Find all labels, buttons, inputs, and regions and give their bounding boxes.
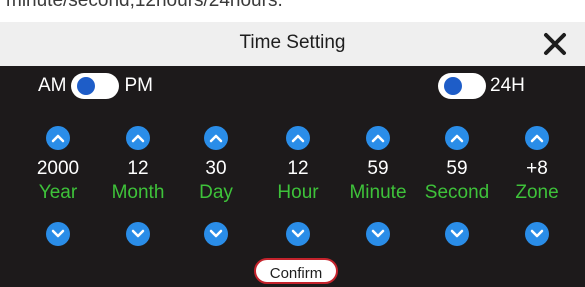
chevron-down-icon[interactable] <box>46 222 70 246</box>
hour-value[interactable]: 12 <box>258 158 338 180</box>
switch-knob <box>444 77 462 95</box>
year-value[interactable]: 2000 <box>18 158 98 180</box>
column-hour: 12 Hour <box>258 118 338 248</box>
column-year: 2000 Year <box>18 118 98 248</box>
day-value[interactable]: 30 <box>176 158 256 180</box>
chevron-down-icon[interactable] <box>366 222 390 246</box>
ampm-toggle-group: AM PM <box>38 72 153 100</box>
time-columns: 2000 Year 12 Month 30 Day 12 Hour 59 Min… <box>0 118 585 248</box>
chevron-down-icon[interactable] <box>286 222 310 246</box>
close-icon[interactable] <box>541 30 569 58</box>
chevron-down-icon[interactable] <box>445 222 469 246</box>
minute-label: Minute <box>349 182 407 203</box>
second-value[interactable]: 59 <box>417 158 497 180</box>
ampm-switch[interactable] <box>70 73 119 99</box>
column-month: 12 Month <box>98 118 178 248</box>
pm-label: PM <box>124 75 154 96</box>
chevron-down-icon[interactable] <box>525 222 549 246</box>
minute-value[interactable]: 59 <box>338 158 418 180</box>
column-minute: 59 Minute <box>338 118 418 248</box>
column-second: 59 Second <box>417 118 497 248</box>
am-label: AM <box>38 75 67 96</box>
chevron-down-icon[interactable] <box>204 222 228 246</box>
caption-text: minute/second,12hours/24hours. <box>6 0 283 11</box>
chevron-up-icon[interactable] <box>204 126 228 150</box>
column-day: 30 Day <box>176 118 256 248</box>
format-24h-label: 24H <box>490 75 525 96</box>
switch-knob <box>76 77 95 95</box>
chevron-down-icon[interactable] <box>126 222 150 246</box>
chevron-up-icon[interactable] <box>366 126 390 150</box>
dialog-title: Time Setting <box>239 32 346 53</box>
chevron-up-icon[interactable] <box>525 126 549 150</box>
confirm-button[interactable]: Confirm <box>254 258 338 284</box>
chevron-up-icon[interactable] <box>445 126 469 150</box>
chevron-up-icon[interactable] <box>286 126 310 150</box>
chevron-up-icon[interactable] <box>46 126 70 150</box>
time-setting-panel: AM PM 24H 2000 Year 12 Month 30 Day 12 H… <box>0 66 585 287</box>
zone-value[interactable]: +8 <box>497 158 577 180</box>
chevron-up-icon[interactable] <box>126 126 150 150</box>
year-label: Year <box>38 182 78 203</box>
month-label: Month <box>111 182 165 203</box>
format-toggle-group: 24H <box>438 72 525 100</box>
column-zone: +8 Zone <box>497 118 577 248</box>
hour-label: Hour <box>277 182 319 203</box>
month-value[interactable]: 12 <box>98 158 178 180</box>
second-label: Second <box>424 182 490 203</box>
format-24h-switch[interactable] <box>438 73 486 99</box>
dialog-header: Time Setting <box>0 22 585 66</box>
zone-label: Zone <box>515 182 559 203</box>
day-label: Day <box>199 182 233 203</box>
